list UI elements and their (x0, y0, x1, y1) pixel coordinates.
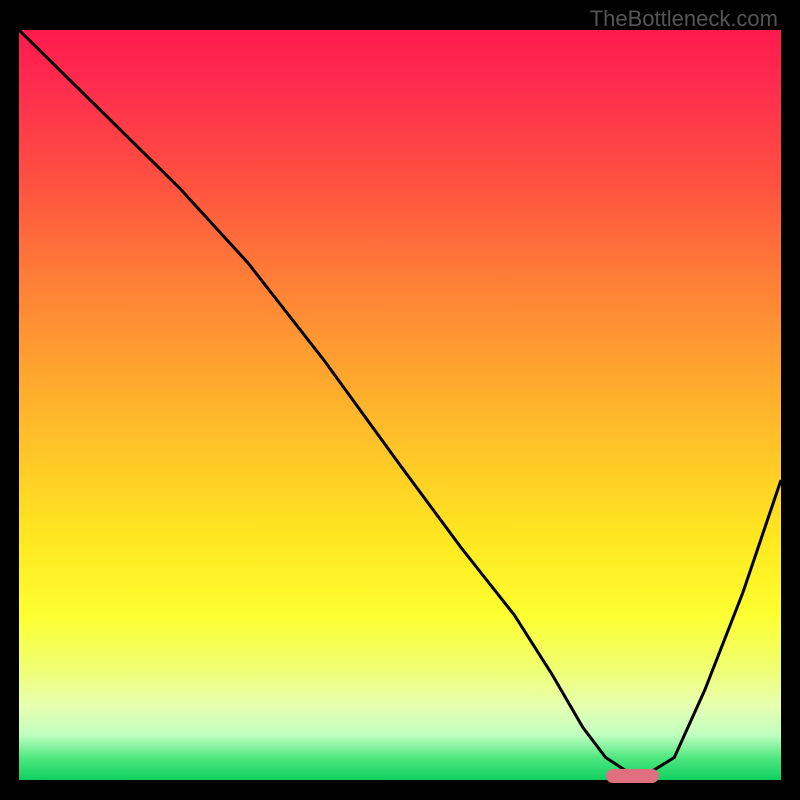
chart-curve-svg (19, 30, 781, 780)
bottleneck-curve-path (19, 30, 781, 776)
optimal-range-marker (606, 769, 659, 783)
watermark-text: TheBottleneck.com (590, 6, 778, 32)
chart-plot-area (19, 30, 781, 780)
